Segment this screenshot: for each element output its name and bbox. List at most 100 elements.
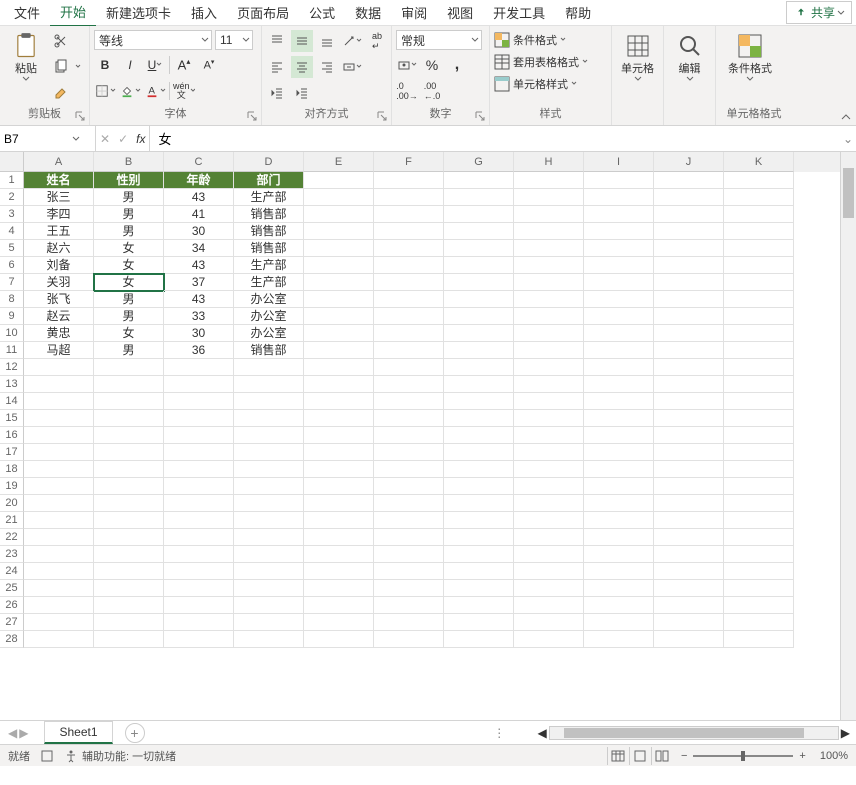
row-header[interactable]: 11	[0, 342, 24, 359]
row-header[interactable]: 10	[0, 325, 24, 342]
cell[interactable]	[374, 291, 444, 308]
font-launcher[interactable]	[247, 111, 259, 123]
cell[interactable]	[514, 257, 584, 274]
editing-button[interactable]: 编辑	[668, 30, 711, 84]
cell[interactable]	[514, 206, 584, 223]
row-header[interactable]: 24	[0, 563, 24, 580]
cell[interactable]	[164, 478, 234, 495]
cell[interactable]	[514, 631, 584, 648]
cell[interactable]	[234, 427, 304, 444]
cell[interactable]: 部门	[234, 172, 304, 189]
cell[interactable]	[304, 359, 374, 376]
cell[interactable]	[94, 580, 164, 597]
cell[interactable]	[374, 393, 444, 410]
tab-formula[interactable]: 公式	[299, 0, 345, 26]
cell[interactable]	[24, 631, 94, 648]
cell[interactable]: 30	[164, 223, 234, 240]
merge-button[interactable]	[341, 56, 363, 78]
row-header[interactable]: 17	[0, 444, 24, 461]
increase-decimal-button[interactable]: .0.00→	[396, 80, 418, 102]
cell[interactable]	[654, 495, 724, 512]
sheet-nav-prev[interactable]: ◀	[8, 726, 17, 740]
col-header[interactable]: H	[514, 152, 584, 172]
cell[interactable]	[654, 308, 724, 325]
cell[interactable]	[584, 393, 654, 410]
cell[interactable]	[444, 444, 514, 461]
row-header[interactable]: 28	[0, 631, 24, 648]
cell[interactable]	[94, 563, 164, 580]
cell[interactable]: 男	[94, 223, 164, 240]
cell[interactable]	[304, 495, 374, 512]
cell[interactable]	[304, 393, 374, 410]
cell[interactable]	[724, 580, 794, 597]
tab-home[interactable]: 开始	[50, 0, 96, 27]
cell[interactable]: 41	[164, 206, 234, 223]
cell[interactable]	[584, 325, 654, 342]
grow-font-button[interactable]: A▴	[173, 54, 195, 76]
row-header[interactable]: 2	[0, 189, 24, 206]
cell[interactable]	[514, 427, 584, 444]
cell-style-button[interactable]: 单元格样式	[494, 76, 577, 92]
cell[interactable]	[724, 563, 794, 580]
copy-button[interactable]	[50, 56, 72, 78]
cell[interactable]: 男	[94, 206, 164, 223]
cell[interactable]	[304, 206, 374, 223]
number-launcher[interactable]	[475, 111, 487, 123]
cell[interactable]	[374, 563, 444, 580]
cell[interactable]: 34	[164, 240, 234, 257]
cell[interactable]	[724, 325, 794, 342]
cell[interactable]	[444, 461, 514, 478]
cell[interactable]	[24, 495, 94, 512]
cell[interactable]	[444, 546, 514, 563]
cell[interactable]	[724, 393, 794, 410]
cell[interactable]	[724, 546, 794, 563]
cell[interactable]	[444, 342, 514, 359]
cell[interactable]	[304, 614, 374, 631]
cellformat-button[interactable]: 条件格式	[720, 30, 780, 84]
cell[interactable]	[654, 580, 724, 597]
cell[interactable]	[654, 291, 724, 308]
cell[interactable]	[304, 342, 374, 359]
cell[interactable]	[24, 427, 94, 444]
cell[interactable]: 女	[94, 257, 164, 274]
cell[interactable]	[304, 257, 374, 274]
row-header[interactable]: 13	[0, 376, 24, 393]
cell[interactable]	[234, 580, 304, 597]
cell[interactable]	[654, 274, 724, 291]
cell[interactable]: 张三	[24, 189, 94, 206]
cell[interactable]	[514, 580, 584, 597]
percent-button[interactable]: %	[421, 54, 443, 76]
cell[interactable]	[514, 325, 584, 342]
cell[interactable]	[24, 359, 94, 376]
cell[interactable]	[374, 189, 444, 206]
expand-formula-bar[interactable]: ⌄	[840, 132, 856, 146]
cell[interactable]	[304, 444, 374, 461]
cell[interactable]	[724, 444, 794, 461]
cell[interactable]	[444, 274, 514, 291]
cell[interactable]	[234, 359, 304, 376]
cell[interactable]	[514, 291, 584, 308]
cell[interactable]	[584, 308, 654, 325]
cell[interactable]	[374, 257, 444, 274]
cell[interactable]	[724, 478, 794, 495]
cell[interactable]	[94, 410, 164, 427]
row-header[interactable]: 21	[0, 512, 24, 529]
cell[interactable]	[584, 257, 654, 274]
cell[interactable]	[654, 240, 724, 257]
cell[interactable]	[304, 427, 374, 444]
tab-help[interactable]: 帮助	[555, 0, 601, 26]
cancel-icon[interactable]: ✕	[100, 132, 110, 146]
cell[interactable]	[514, 478, 584, 495]
cell[interactable]	[304, 274, 374, 291]
clipboard-launcher[interactable]	[75, 111, 87, 123]
row-header[interactable]: 9	[0, 308, 24, 325]
cell[interactable]	[444, 359, 514, 376]
cell[interactable]	[654, 444, 724, 461]
cell[interactable]	[514, 597, 584, 614]
cell[interactable]	[374, 631, 444, 648]
cell[interactable]	[514, 393, 584, 410]
cell[interactable]: 销售部	[234, 223, 304, 240]
cell[interactable]	[514, 240, 584, 257]
col-header[interactable]: G	[444, 152, 514, 172]
cell[interactable]	[24, 478, 94, 495]
